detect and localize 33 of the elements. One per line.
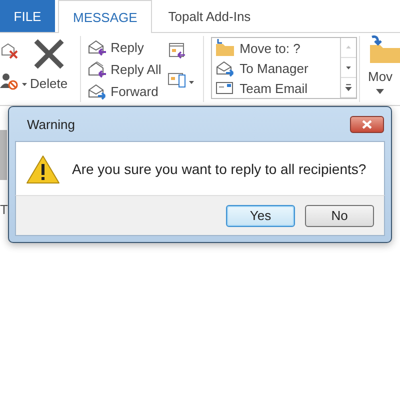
more-respond-icon[interactable] — [166, 70, 195, 88]
dialog-button[interactable]: Yes — [226, 204, 295, 226]
ribbon-tab[interactable]: FILE — [0, 0, 55, 32]
ribbon-button[interactable]: Reply — [86, 36, 167, 58]
dialog-message: Are you sure you want to reply to all recipients? — [72, 160, 366, 176]
close-button[interactable] — [350, 116, 384, 132]
ribbon-tab[interactable]: MESSAGE — [58, 0, 152, 33]
ribbon-tab[interactable]: Topalt Add-Ins — [152, 0, 267, 32]
meeting-icon[interactable] — [166, 42, 187, 60]
pane-edge — [0, 130, 7, 180]
delete-button[interactable]: Delete — [30, 36, 68, 102]
ribbon-button[interactable]: Reply All — [86, 58, 167, 80]
dialog-title: Warning — [26, 116, 75, 132]
caret-icon — [376, 89, 384, 94]
envelope-icon — [214, 79, 235, 97]
quick-step-item[interactable]: To Manager — [214, 58, 340, 78]
quick-step-item[interactable]: Move to: ? — [214, 38, 340, 58]
block-sender-icon[interactable] — [0, 72, 28, 90]
forward-envelope-icon — [214, 59, 235, 77]
move-folder-icon — [368, 35, 400, 63]
reply-envelope-icon — [86, 38, 107, 56]
replyall-envelope-icon — [86, 60, 107, 78]
ignore-icon[interactable] — [0, 42, 20, 60]
forward-envelope-icon — [86, 82, 107, 100]
delete-icon — [32, 38, 66, 70]
dialog-button[interactable]: No — [305, 204, 374, 226]
quick-step-item[interactable]: Team Email — [214, 78, 340, 98]
ribbon-button[interactable]: Forward — [86, 80, 167, 102]
move-button[interactable]: Mov — [360, 33, 400, 105]
pane-text: T — [0, 202, 8, 217]
warning-icon — [26, 154, 60, 184]
close-icon — [362, 120, 372, 128]
folder-icon — [214, 39, 235, 57]
